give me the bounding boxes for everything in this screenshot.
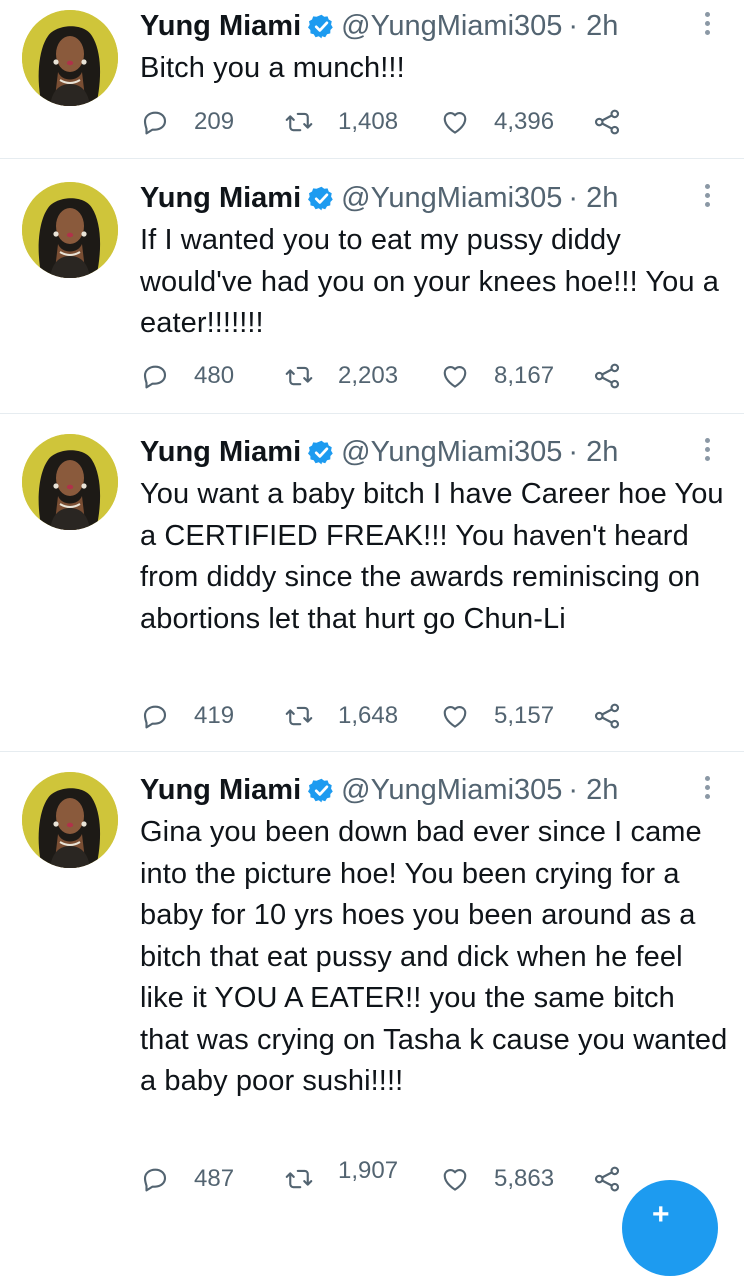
tweet-text: You want a baby bitch I have Career hoe … xyxy=(140,478,724,635)
like-button[interactable]: 8,167 xyxy=(440,358,554,394)
tweet[interactable]: Yung Miami @YungMiami305 · 2h If I wante… xyxy=(0,160,744,414)
tweet[interactable]: Yung Miami @YungMiami305 · 2h Gina you b… xyxy=(0,752,744,1200)
reply-icon xyxy=(140,1164,182,1194)
more-vertical-icon[interactable] xyxy=(702,776,712,806)
more-vertical-icon[interactable] xyxy=(702,438,712,468)
reply-icon xyxy=(140,107,182,137)
like-count: 4,396 xyxy=(494,108,555,135)
like-count: 5,863 xyxy=(494,1165,555,1192)
retweet-count: 1,907 xyxy=(338,1157,399,1184)
author-name[interactable]: Yung Miami xyxy=(140,436,301,469)
tweet[interactable]: Yung Miami @YungMiami305 · 2h Bitch you … xyxy=(0,0,744,160)
reply-count: 419 xyxy=(194,702,235,729)
heart-icon xyxy=(440,107,482,137)
tweet-text: If I wanted you to eat my pussy diddy wo… xyxy=(140,224,719,339)
author-handle[interactable]: @YungMiami305 xyxy=(341,436,562,469)
like-button[interactable]: 4,396 xyxy=(440,104,554,140)
author-handle[interactable]: @YungMiami305 xyxy=(341,774,562,807)
reply-count: 209 xyxy=(194,108,235,135)
heart-icon xyxy=(440,1164,482,1194)
tweet-text: Gina you been down bad ever since I came… xyxy=(140,816,728,1097)
reply-button[interactable]: 419 xyxy=(140,698,234,734)
like-count: 8,167 xyxy=(494,362,555,389)
tweet-header: Yung Miami @YungMiami305 · 2h xyxy=(140,770,618,810)
tweet-header: Yung Miami @YungMiami305 · 2h xyxy=(140,6,618,46)
verified-badge-icon xyxy=(308,185,335,212)
retweet-icon xyxy=(284,107,326,137)
compose-button[interactable]: + xyxy=(622,1180,718,1276)
retweet-count: 2,203 xyxy=(338,362,399,389)
tweet-actions: 419 1,648 5,157 xyxy=(140,698,720,734)
avatar[interactable] xyxy=(22,434,118,530)
share-button[interactable] xyxy=(592,698,646,734)
retweet-icon xyxy=(284,1164,326,1194)
avatar[interactable] xyxy=(22,182,118,278)
reply-button[interactable]: 480 xyxy=(140,358,234,394)
retweet-button[interactable]: 2,203 xyxy=(284,358,398,394)
reply-count: 480 xyxy=(194,362,235,389)
reply-button[interactable]: 209 xyxy=(140,104,234,140)
reply-icon xyxy=(140,361,182,391)
reply-count: 487 xyxy=(194,1165,235,1192)
heart-icon xyxy=(440,361,482,391)
tweet-text: Bitch you a munch!!! xyxy=(140,52,405,84)
retweet-button[interactable]: 1,648 xyxy=(284,698,398,734)
tweet-actions: 209 1,408 4,396 xyxy=(140,104,720,140)
avatar[interactable] xyxy=(22,10,118,106)
like-count: 5,157 xyxy=(494,702,555,729)
author-handle[interactable]: @YungMiami305 xyxy=(341,10,562,43)
retweet-count: 1,648 xyxy=(338,702,399,729)
share-icon xyxy=(592,361,634,391)
reply-icon xyxy=(140,701,182,731)
like-button[interactable]: 5,863 xyxy=(440,1161,554,1197)
divider xyxy=(0,158,744,159)
like-button[interactable]: 5,157 xyxy=(440,698,554,734)
tweet-time: · 2h xyxy=(568,773,619,806)
tweet-time: · 2h xyxy=(568,181,619,214)
author-name[interactable]: Yung Miami xyxy=(140,182,301,215)
author-name[interactable]: Yung Miami xyxy=(140,10,301,43)
share-button[interactable] xyxy=(592,104,646,140)
retweet-icon xyxy=(284,361,326,391)
tweet-header: Yung Miami @YungMiami305 · 2h xyxy=(140,178,618,218)
verified-badge-icon xyxy=(308,13,335,40)
tweet-time: · 2h xyxy=(568,435,619,468)
author-handle[interactable]: @YungMiami305 xyxy=(341,182,562,215)
tweet-time: · 2h xyxy=(568,9,619,42)
share-icon xyxy=(592,107,634,137)
verified-badge-icon xyxy=(308,439,335,466)
verified-badge-icon xyxy=(308,777,335,804)
reply-button[interactable]: 487 xyxy=(140,1161,234,1197)
share-icon xyxy=(592,1164,634,1194)
tweet-actions: 480 2,203 8,167 xyxy=(140,358,720,394)
tweet-actions: 487 1,907 5,863 xyxy=(140,1157,720,1197)
author-name[interactable]: Yung Miami xyxy=(140,774,301,807)
retweet-count: 1,408 xyxy=(338,108,399,135)
more-vertical-icon[interactable] xyxy=(702,12,712,42)
share-icon xyxy=(592,701,634,731)
retweet-button[interactable]: 1,408 xyxy=(284,104,398,140)
tweet-header: Yung Miami @YungMiami305 · 2h xyxy=(140,432,618,472)
tweet[interactable]: Yung Miami @YungMiami305 · 2h You want a… xyxy=(0,414,744,752)
heart-icon xyxy=(440,701,482,731)
compose-icon: + xyxy=(652,1198,670,1231)
retweet-icon xyxy=(284,701,326,731)
share-button[interactable] xyxy=(592,358,646,394)
avatar[interactable] xyxy=(22,772,118,868)
retweet-button[interactable]: 1,907 xyxy=(284,1157,398,1197)
more-vertical-icon[interactable] xyxy=(702,184,712,214)
